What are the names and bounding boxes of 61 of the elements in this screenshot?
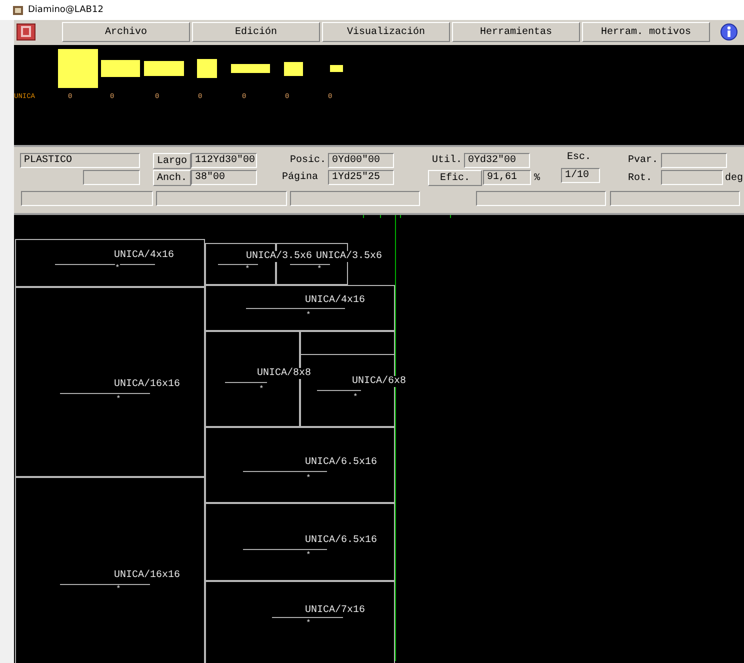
size-bar: [58, 49, 98, 88]
tick-mark: [450, 215, 451, 218]
pattern-piece[interactable]: [15, 287, 205, 477]
grain-line: [225, 382, 267, 383]
text-field[interactable]: [476, 191, 606, 206]
field-label: Pvar.: [628, 155, 658, 166]
menu-button[interactable]: Herram. motivos: [582, 22, 710, 42]
grain-line: [317, 390, 361, 391]
field-label: Página: [282, 172, 318, 183]
text-field[interactable]: [661, 170, 723, 185]
piece-label: UNICA/6x8: [352, 376, 406, 387]
text-field[interactable]: 91,61: [483, 170, 531, 185]
size-bar: [231, 64, 270, 73]
pattern-piece[interactable]: [205, 285, 395, 331]
text-field[interactable]: [610, 191, 740, 206]
grain-line: [290, 264, 330, 265]
text-field[interactable]: 112Yd30"00: [191, 153, 257, 168]
pattern-piece[interactable]: [205, 427, 395, 503]
grain-line: [218, 264, 258, 265]
text-field[interactable]: 1Yd25"25: [328, 170, 394, 185]
piece-label: UNICA/3.5x6: [316, 251, 382, 262]
unit-label: %: [534, 173, 540, 184]
unit-label: deg: [725, 173, 744, 184]
piece-label: UNICA/3.5x6: [246, 251, 312, 262]
pattern-piece[interactable]: [15, 239, 205, 287]
menu-button[interactable]: Archivo: [62, 22, 190, 42]
text-field[interactable]: 0Yd00"00: [328, 153, 394, 168]
menu-button[interactable]: Visualización: [322, 22, 450, 42]
size-bar: [197, 59, 217, 78]
app-icon: [12, 4, 24, 16]
size-bar: [101, 60, 140, 77]
size-bar: [144, 61, 184, 76]
piece-label: UNICA/8x8: [257, 368, 312, 379]
text-field[interactable]: [21, 191, 153, 206]
field-label: Esc.: [567, 152, 592, 163]
pattern-piece[interactable]: [205, 503, 395, 581]
field-label: Util.: [432, 155, 462, 166]
menu-button[interactable]: Edición: [192, 22, 320, 42]
field-label: Posic.: [290, 155, 326, 166]
menu-button[interactable]: Herramientas: [452, 22, 580, 42]
field-button[interactable]: Efic.: [428, 170, 482, 186]
text-field[interactable]: [661, 153, 727, 168]
text-field[interactable]: PLASTICO: [20, 153, 140, 168]
grain-line: [272, 617, 343, 618]
field-button[interactable]: Anch.: [153, 170, 191, 186]
field-label: Rot.: [628, 173, 652, 184]
text-field[interactable]: [156, 191, 287, 206]
text-field[interactable]: 0Yd32"00: [464, 153, 530, 168]
text-field[interactable]: [83, 170, 140, 185]
window-title: Diamino@LAB12: [28, 5, 104, 15]
text-field[interactable]: 38"00: [191, 170, 257, 185]
info-icon[interactable]: [720, 23, 738, 41]
size-bar: [284, 62, 303, 76]
tick-mark: [400, 215, 401, 218]
size-bar: [330, 65, 343, 72]
tick-mark: [380, 215, 381, 218]
text-field[interactable]: 1/10: [561, 168, 600, 183]
logo-icon[interactable]: [16, 23, 36, 41]
text-field[interactable]: [290, 191, 420, 206]
tick-mark: [363, 215, 364, 218]
field-button[interactable]: Largo: [153, 153, 191, 169]
